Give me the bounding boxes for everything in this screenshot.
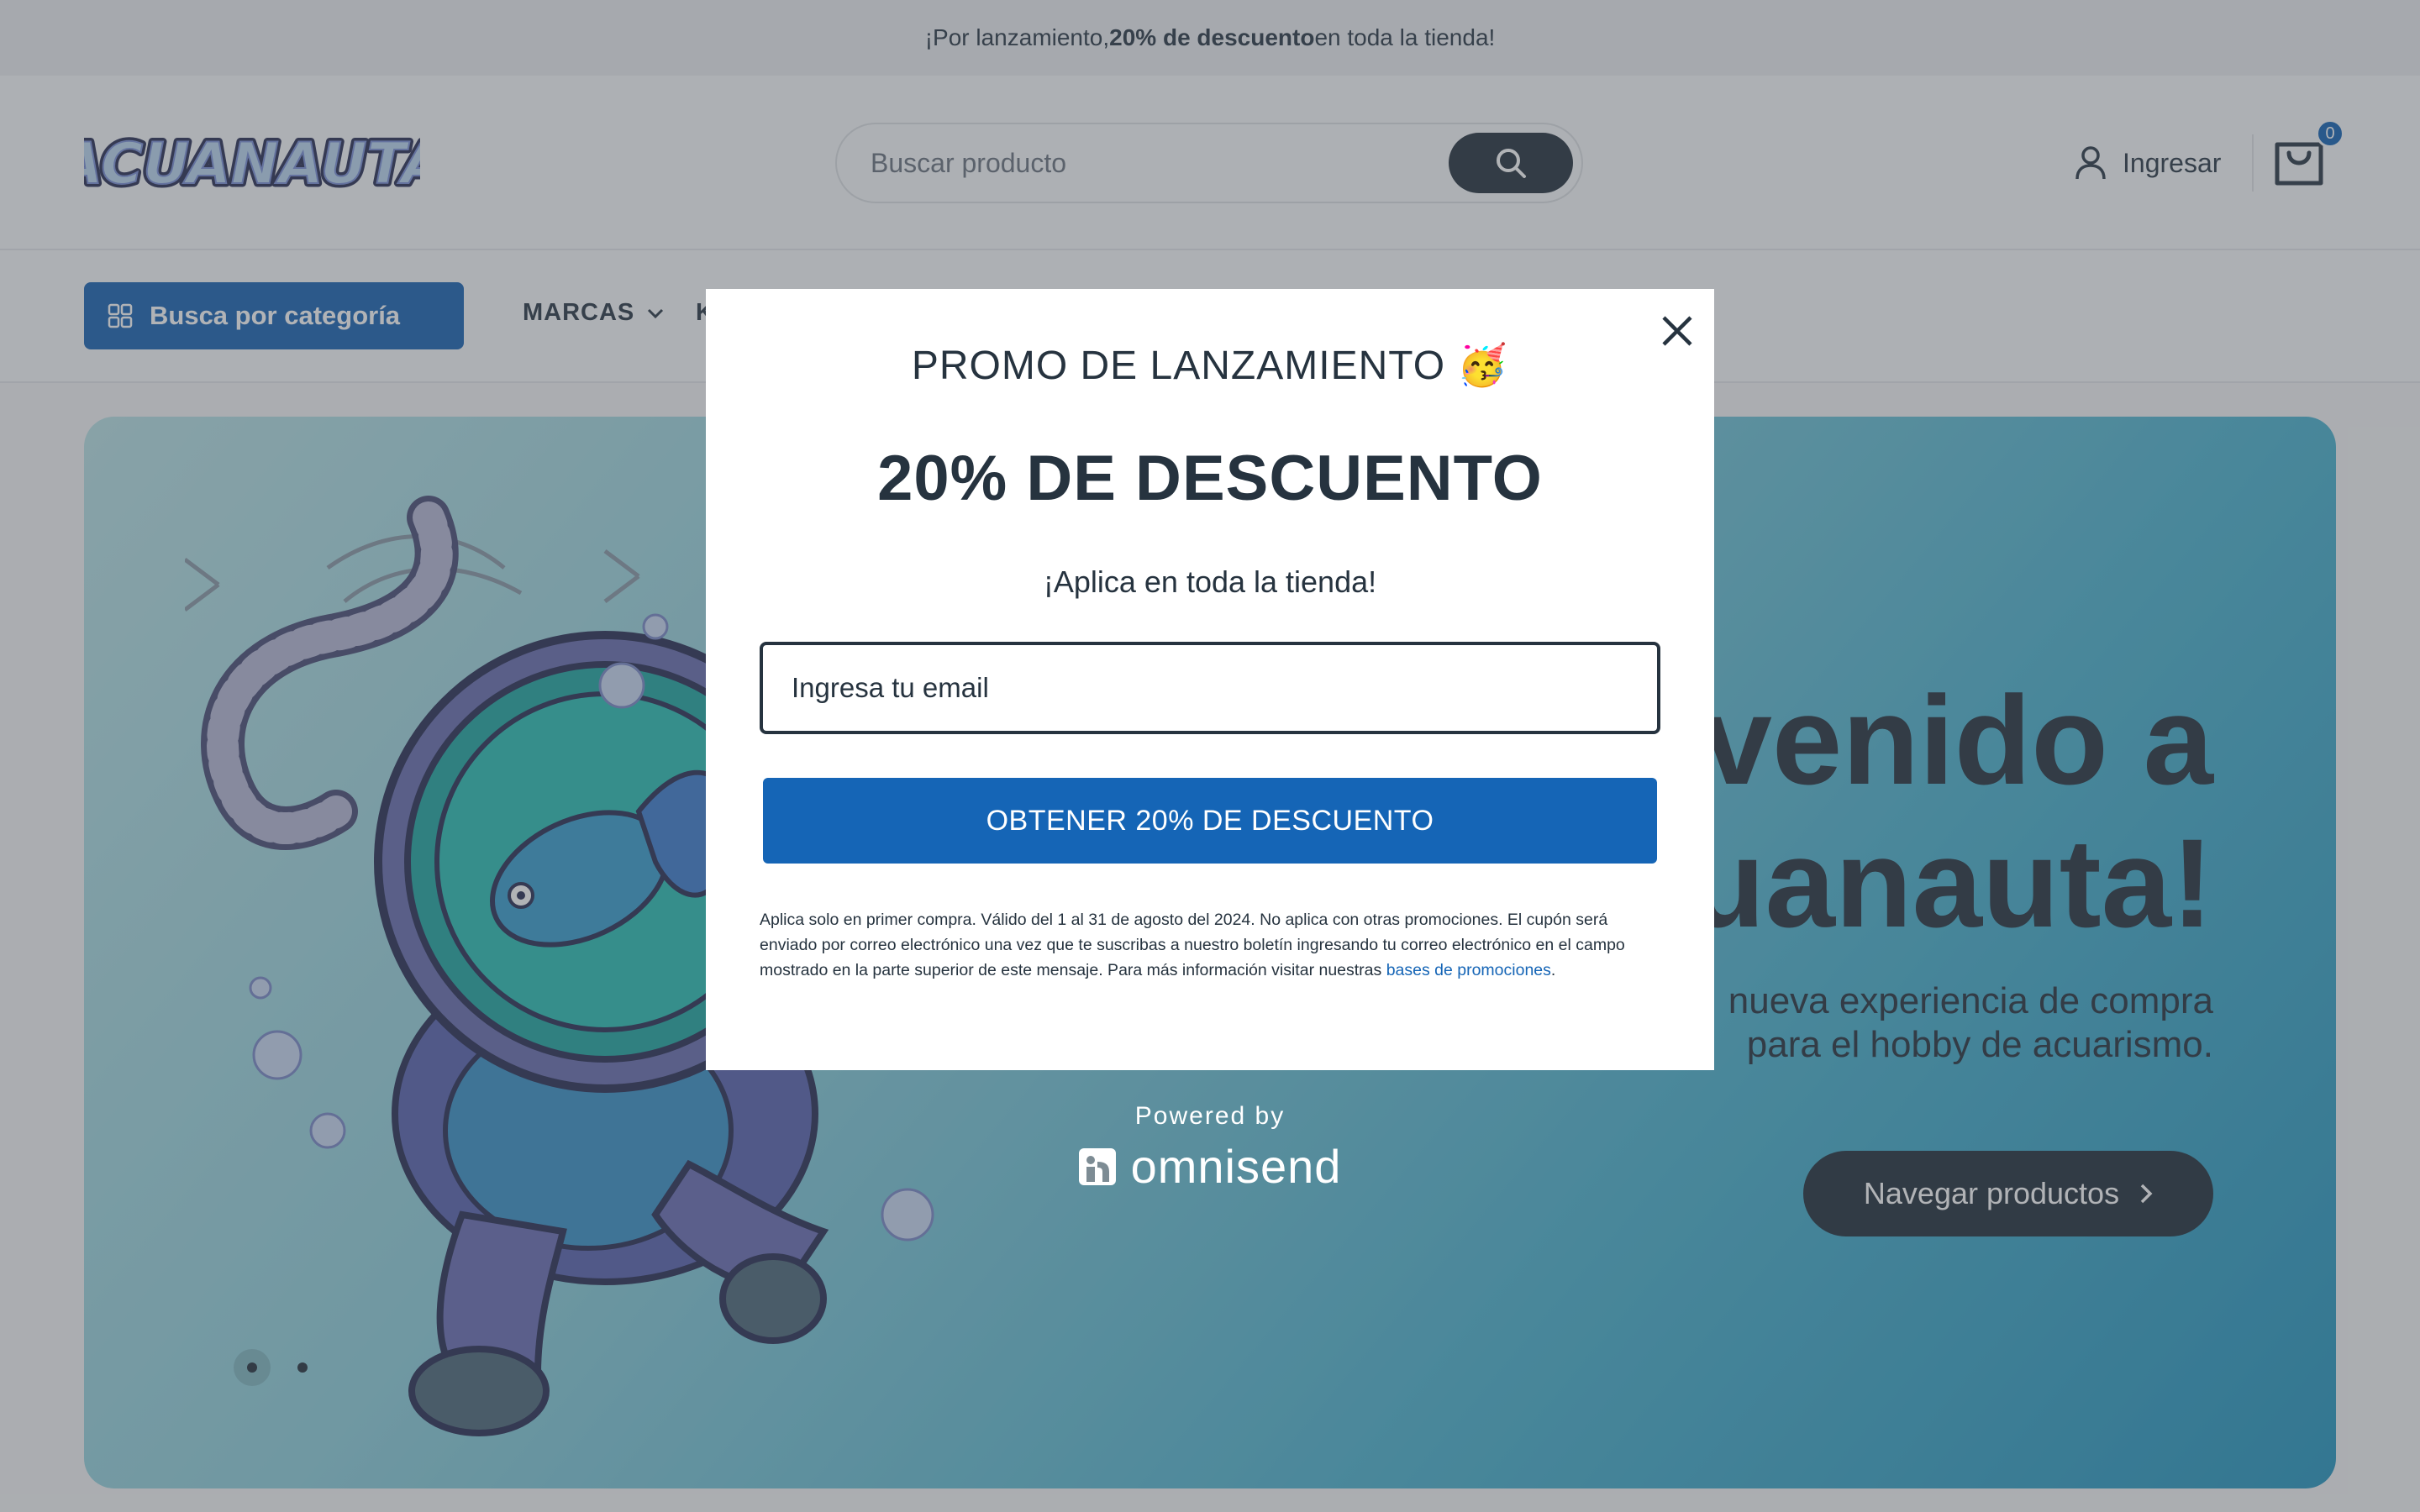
powered-by-label: Powered by [1134, 1102, 1286, 1130]
omnisend-brand-label: omnisend [1130, 1140, 1342, 1193]
get-discount-button[interactable]: OBTENER 20% DE DESCUENTO [763, 778, 1657, 864]
fine-print-end: . [1550, 961, 1556, 979]
promo-terms-link[interactable]: bases de promociones [1386, 961, 1551, 979]
fine-print: Aplica solo en primer compra. Válido del… [760, 907, 1667, 983]
party-face-icon: 🥳 [1457, 344, 1509, 388]
promo-modal: PROMO DE LANZAMIENTO 🥳 20% DE DESCUENTO … [706, 289, 1714, 1070]
modal-title: PROMO DE LANZAMIENTO 🥳 [706, 341, 1714, 389]
omnisend-logo-icon [1078, 1147, 1116, 1185]
powered-by[interactable]: Powered by omnisend [1042, 1102, 1378, 1194]
modal-title-text: PROMO DE LANZAMIENTO [911, 344, 1446, 388]
modal-headline: 20% DE DESCUENTO [877, 443, 1543, 514]
omnisend-brand: omnisend [1042, 1139, 1378, 1194]
modal-subheadline: ¡Aplica en toda la tienda! [1043, 564, 1377, 599]
email-field[interactable] [760, 642, 1660, 734]
